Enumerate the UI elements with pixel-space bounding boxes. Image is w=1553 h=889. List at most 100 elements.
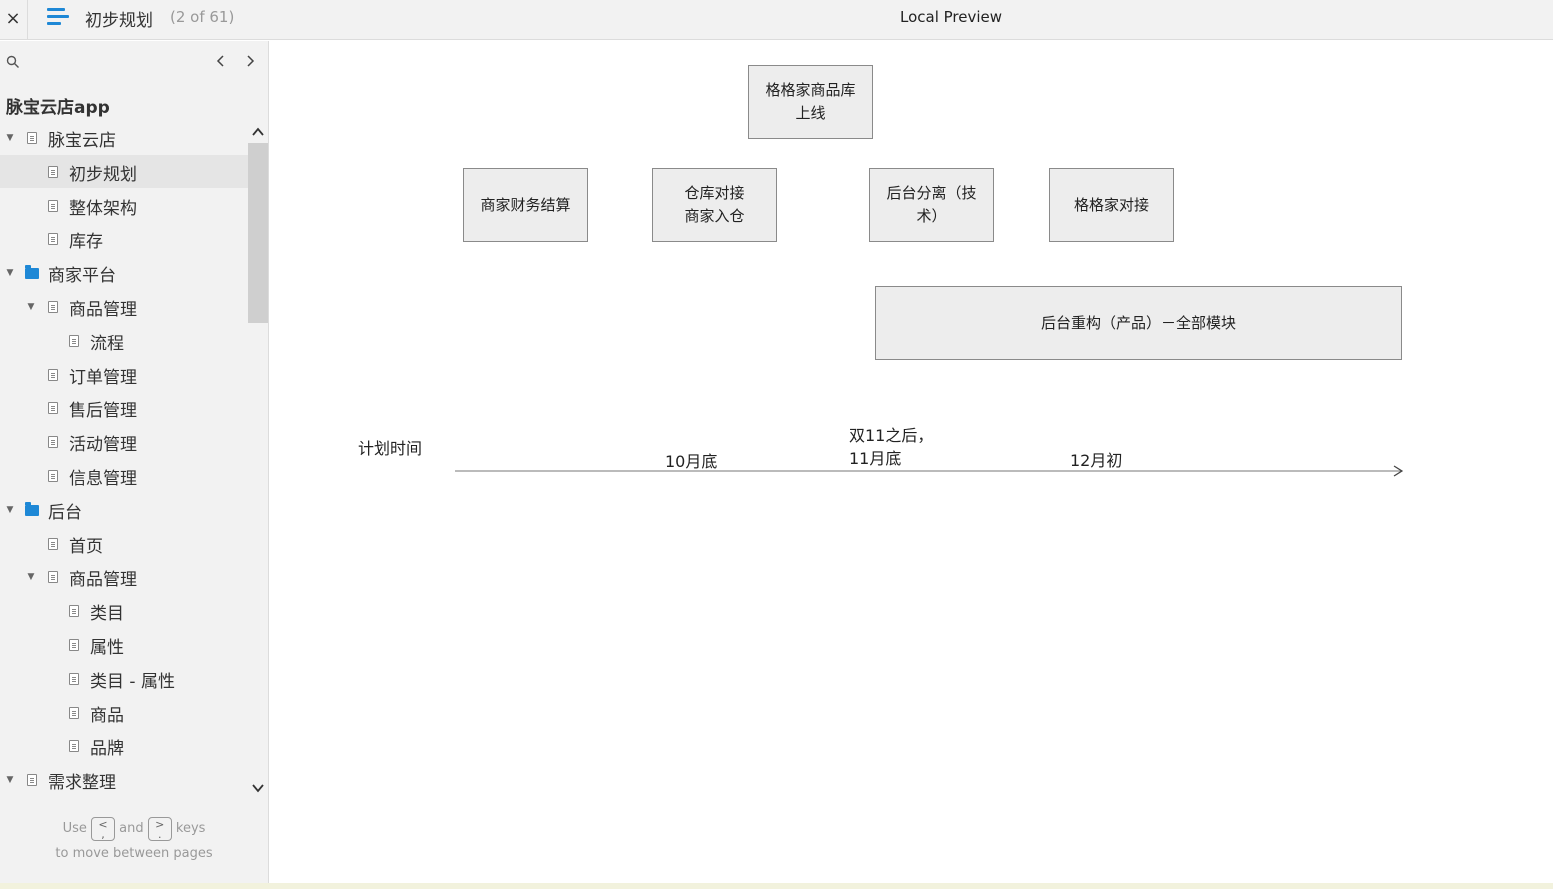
sidebar-item[interactable]: 订单管理	[0, 358, 248, 391]
search-icon[interactable]	[6, 55, 20, 69]
caret-down-icon[interactable]: ▼	[5, 505, 15, 515]
status-strip	[0, 883, 1553, 889]
sidebar-item[interactable]: 类目	[0, 594, 248, 627]
box-gegejia-docking: 格格家对接	[1049, 168, 1174, 242]
sidebar-item-label: 商品管理	[69, 300, 137, 320]
sidebar: 脉宝云店app ▼ 脉宝云店 初步规划 整体架构 库存 ▼ 商家平台 ▼ 商品管理 流程 订单管理售…	[0, 41, 269, 883]
sidebar-item[interactable]: 流程	[0, 324, 248, 357]
document-icon	[69, 672, 79, 685]
document-icon	[69, 605, 79, 618]
document-icon	[69, 639, 79, 651]
sidebar-item[interactable]: 类目 - 属性	[0, 662, 248, 695]
sidebar-item-label: 整体架构	[69, 198, 137, 219]
sidebar-item[interactable]: 品牌	[0, 729, 248, 762]
caret-down-icon[interactable]: ▼	[26, 572, 36, 582]
caret-down-icon[interactable]: ▼	[5, 268, 15, 278]
diagram-canvas: 格格家商品库 上线 商家财务结算 仓库对接 商家入仓 后台分离（技 术） 格格家…	[270, 41, 1553, 883]
sidebar-item[interactable]: ▼ 脉宝云店	[0, 121, 248, 154]
sidebar-item-label: 商品	[90, 705, 124, 726]
sidebar-scrollbar[interactable]	[248, 121, 268, 801]
caret-down-icon[interactable]: ▼	[26, 302, 36, 312]
caret-down-icon[interactable]: ▼	[5, 775, 15, 785]
sidebar-item-label: 首页	[69, 536, 103, 557]
page-tree: ▼ 脉宝云店 初步规划 整体架构 库存 ▼ 商家平台 ▼ 商品管理 流程 订单管理 售后管理 活动管理信…	[0, 121, 248, 801]
sidebar-item[interactable]: ▼ 需求整理	[0, 763, 248, 796]
document-icon	[48, 301, 58, 313]
sidebar-item[interactable]: 活动管理	[0, 425, 248, 458]
close-button[interactable]: ×	[0, 0, 26, 36]
sidebar-item-label: 订单管理	[69, 367, 137, 388]
timeline-arrow	[455, 465, 1404, 477]
box-backend-rebuild: 后台重构（产品）－全部模块	[875, 286, 1402, 360]
sidebar-item-label: 品牌	[90, 739, 124, 760]
app-title: Local Preview	[900, 8, 1003, 26]
chevron-right-icon[interactable]	[241, 51, 259, 71]
menu-icon[interactable]	[47, 8, 69, 26]
sidebar-item[interactable]: 库存	[0, 222, 248, 255]
key-prev: < ,	[91, 816, 115, 841]
document-icon	[48, 199, 58, 212]
sidebar-item[interactable]: 属性	[0, 628, 248, 661]
document-icon	[48, 165, 58, 178]
sidebar-item[interactable]: ▼ 后台	[0, 493, 248, 526]
sidebar-item-label: 售后管理	[69, 401, 137, 422]
sidebar-item-label: 属性	[90, 638, 124, 658]
document-icon	[69, 334, 79, 347]
sidebar-item[interactable]: 首页	[0, 527, 248, 560]
sidebar-item[interactable]: 信息管理	[0, 459, 248, 492]
sidebar-item-label: 初步规划	[69, 164, 137, 185]
document-icon	[48, 571, 58, 584]
document-icon	[27, 774, 37, 787]
sidebar-item-label: 商家平台	[48, 266, 116, 287]
sidebar-item[interactable]: ▼ 商品管理	[0, 560, 248, 593]
scroll-up-icon[interactable]	[250, 125, 266, 139]
scrollbar-thumb[interactable]	[248, 143, 268, 323]
keyboard-hint: Use < , and > . keys to move between pag…	[0, 816, 268, 866]
key-next: > .	[147, 816, 172, 841]
sidebar-item-label: 类目 - 属性	[90, 671, 175, 692]
sidebar-item-label: 流程	[90, 333, 124, 354]
hint-keys: keys	[175, 821, 206, 836]
hint-and: and	[119, 821, 144, 836]
sidebar-item-label: 脉宝云店	[48, 131, 116, 151]
document-icon	[69, 706, 79, 719]
folder-icon	[25, 501, 39, 516]
document-icon	[48, 233, 58, 246]
sidebar-item-label: 需求整理	[48, 773, 116, 794]
sidebar-item[interactable]: 初步规划	[0, 154, 248, 188]
sidebar-item-label: 信息管理	[69, 469, 137, 489]
folder-icon	[25, 265, 39, 280]
box-gegejia-library: 格格家商品库 上线	[748, 65, 873, 139]
document-icon	[48, 537, 58, 550]
hint-line2: to move between pages	[55, 846, 213, 861]
page-title: 初步规划	[85, 11, 153, 31]
sidebar-item[interactable]: ▼ 商家平台	[0, 256, 248, 289]
document-icon	[27, 132, 37, 144]
sidebar-item[interactable]: ▼ 商品管理	[0, 290, 248, 323]
document-icon	[69, 740, 79, 753]
box-warehouse: 仓库对接 商家入仓	[652, 168, 777, 242]
page-count: (2 of 61)	[170, 8, 235, 26]
sidebar-item[interactable]: 整体架构	[0, 189, 248, 222]
sidebar-item[interactable]: 售后管理	[0, 391, 248, 424]
sidebar-item-label: 后台	[48, 502, 82, 523]
document-icon	[48, 470, 58, 482]
top-bar: × 初步规划 (2 of 61) Local Preview	[0, 0, 1553, 40]
book-title: 脉宝云店app	[6, 98, 110, 118]
caret-down-icon[interactable]: ▼	[5, 133, 15, 143]
topbar-divider	[27, 0, 28, 40]
document-icon	[48, 368, 58, 381]
chevron-left-icon[interactable]	[212, 51, 230, 71]
sidebar-item-label: 类目	[90, 604, 124, 625]
timeline-label: 计划时间	[358, 439, 423, 458]
sidebar-item-label: 活动管理	[69, 435, 137, 456]
sidebar-item-label: 商品管理	[69, 570, 137, 591]
sidebar-item-label: 库存	[69, 232, 103, 253]
document-icon	[48, 436, 58, 449]
hint-use: Use	[62, 821, 87, 836]
box-merchant-settlement: 商家财务结算	[463, 168, 588, 242]
scroll-down-icon[interactable]	[250, 781, 266, 795]
box-backend-split: 后台分离（技 术）	[869, 168, 994, 242]
document-icon	[48, 402, 58, 415]
sidebar-item[interactable]: 商品	[0, 696, 248, 729]
